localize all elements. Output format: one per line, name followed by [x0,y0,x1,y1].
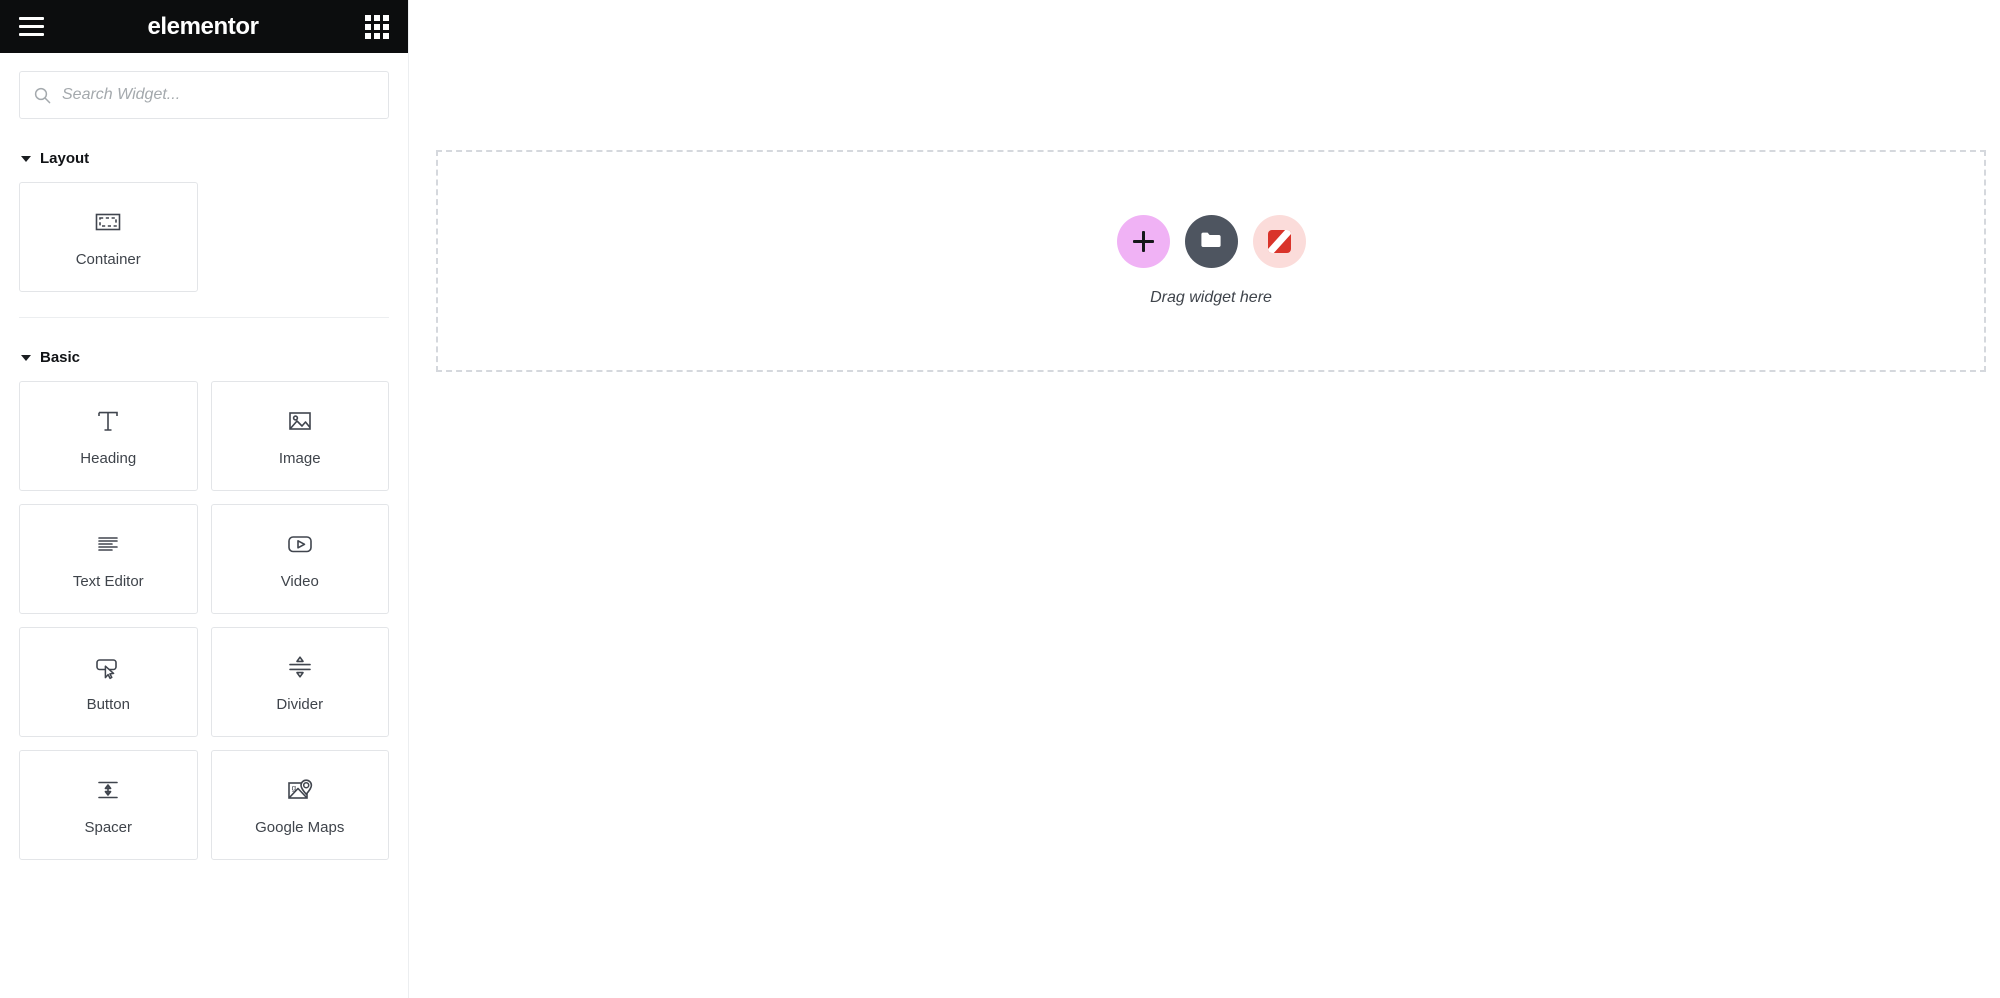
search-input[interactable] [62,86,374,104]
elementor-logo: elementor [147,12,259,40]
widget-video[interactable]: Video [210,504,389,614]
search-widget-box[interactable] [19,71,389,119]
widget-text-editor[interactable]: Text Editor [19,504,198,614]
divider-icon [285,651,315,683]
apps-grid-icon[interactable] [360,10,394,44]
video-icon [285,528,315,560]
search-icon [34,87,51,104]
section-basic: Basic Heading Image Text Editor Video Bu… [0,318,408,864]
widget-heading[interactable]: Heading [19,381,198,491]
widget-label: Video [280,573,319,590]
widget-label: Button [86,696,130,713]
widget-grid-basic: Heading Image Text Editor Video Button D… [19,381,389,864]
ai-badge-icon [1267,230,1291,253]
add-buttons-group [1116,215,1306,268]
ai-builder-button[interactable] [1252,215,1306,268]
section-title-text: Layout [40,150,90,167]
drop-area-label: Drag widget here [1150,289,1272,306]
widget-label: Divider [276,696,324,713]
search-section [0,53,408,119]
svg-text:g: g [291,783,295,792]
section-header-basic[interactable]: Basic [19,318,389,381]
heading-icon [93,405,123,437]
widget-label: Container [75,251,141,268]
spacer-icon [93,774,123,806]
text-editor-icon [93,528,123,560]
widget-google-maps[interactable]: g Google Maps [210,750,389,860]
widget-label: Google Maps [255,819,345,836]
editor-canvas: Drag widget here [409,0,2000,998]
chevron-down-icon [21,354,31,361]
chevron-down-icon [21,155,31,162]
widget-button[interactable]: Button [19,627,198,737]
add-template-button[interactable] [1184,215,1238,268]
panel-header: elementor [0,0,408,53]
widget-container[interactable]: Container [19,182,198,292]
button-icon [92,651,124,683]
widget-label: Spacer [84,819,133,836]
widgets-panel: elementor Layout [0,0,409,998]
plus-icon [1132,231,1154,252]
add-new-element-button[interactable] [1116,215,1170,268]
hamburger-icon[interactable] [12,8,50,46]
widget-divider[interactable]: Divider [210,627,389,737]
elementor-editor: elementor Layout [0,0,2000,998]
widget-spacer[interactable]: Spacer [19,750,198,860]
widget-label: Text Editor [72,573,144,590]
section-layout: Layout Container [0,119,408,318]
widget-label: Heading [80,450,137,467]
google-maps-icon: g [284,774,316,806]
folder-icon [1199,229,1223,254]
image-icon [285,405,315,437]
widget-image[interactable]: Image [210,381,389,491]
drop-area[interactable]: Drag widget here [436,150,1986,372]
widget-label: Image [278,450,321,467]
widget-grid-layout: Container [19,182,389,296]
section-title-text: Basic [40,349,81,366]
section-header-layout[interactable]: Layout [19,119,389,182]
container-icon [92,206,124,238]
